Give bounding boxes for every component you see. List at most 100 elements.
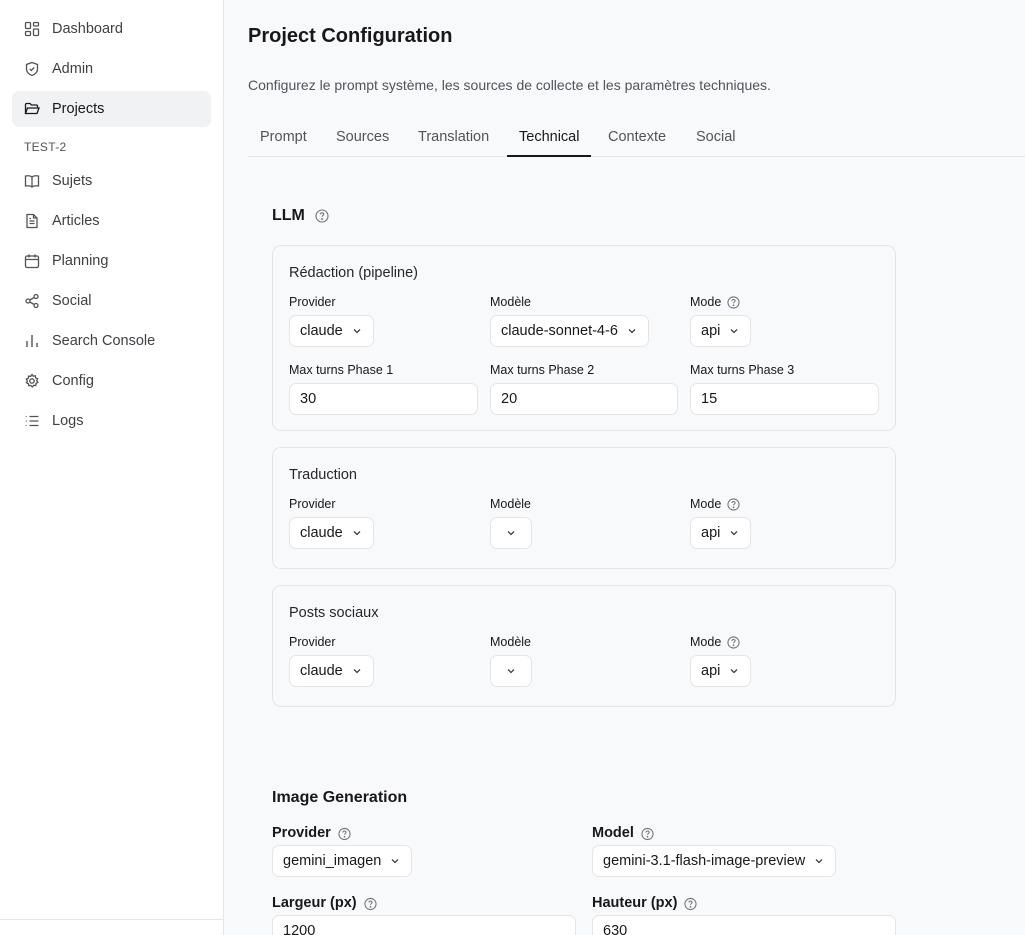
provider-value: claude xyxy=(300,525,343,541)
image-model-select[interactable]: gemini-3.1-flash-image-preview xyxy=(592,845,837,877)
page-subtitle: Configurez le prompt système, les source… xyxy=(248,77,771,93)
folder-open-icon xyxy=(24,101,40,117)
model-select[interactable] xyxy=(490,655,532,687)
sidebar-item-sujets[interactable]: Sujets xyxy=(12,163,211,199)
chevron-down-icon xyxy=(351,665,363,677)
calendar-icon xyxy=(24,253,40,269)
card-title: Posts sociaux xyxy=(289,605,379,621)
model-label: Modèle xyxy=(490,635,531,649)
help-icon[interactable] xyxy=(727,497,740,511)
sidebar-item-label: Admin xyxy=(52,61,94,77)
chevron-down-icon xyxy=(728,665,740,677)
sidebar-item-label: Projects xyxy=(52,101,105,117)
sidebar-item-label: Logs xyxy=(52,413,84,429)
tab-sources[interactable]: Sources xyxy=(324,118,401,157)
tab-translation[interactable]: Translation xyxy=(406,118,501,157)
mode-label: Mode xyxy=(690,497,740,511)
mode-label-text: Mode xyxy=(690,635,722,649)
sidebar-item-label: Dashboard xyxy=(52,21,123,37)
help-icon[interactable] xyxy=(684,897,697,910)
sidebar-item-label: Planning xyxy=(52,253,109,269)
chevron-down-icon xyxy=(626,325,638,337)
sidebar-item-config[interactable]: Config xyxy=(12,363,211,399)
chevron-down-icon xyxy=(728,325,740,337)
image-provider-select[interactable]: gemini_imagen xyxy=(272,845,413,877)
mode-label: Mode xyxy=(690,295,740,309)
image-provider-value: gemini_imagen xyxy=(283,853,382,869)
mode-select[interactable]: api xyxy=(690,315,752,347)
height-input[interactable] xyxy=(592,915,896,935)
phase1-input[interactable] xyxy=(289,383,478,415)
provider-select[interactable]: claude xyxy=(289,517,374,549)
width-label: Largeur (px) xyxy=(272,895,377,911)
provider-label: Provider xyxy=(289,635,336,649)
sidebar-item-dashboard[interactable]: Dashboard xyxy=(12,11,211,47)
help-icon[interactable] xyxy=(727,295,740,309)
phase2-input[interactable] xyxy=(490,383,678,415)
posts-sociaux-card: Posts sociaux Provider claude Modèle Mod… xyxy=(272,585,896,707)
mode-value: api xyxy=(701,323,721,339)
phase3-label: Max turns Phase 3 xyxy=(690,363,795,377)
chevron-down-icon xyxy=(351,527,363,539)
chevron-down-icon xyxy=(505,527,517,539)
help-icon[interactable] xyxy=(364,897,377,910)
height-label: Hauteur (px) xyxy=(592,895,697,911)
model-value: claude-sonnet-4-6 xyxy=(501,323,618,339)
sidebar-item-planning[interactable]: Planning xyxy=(12,243,211,279)
image-model-value: gemini-3.1-flash-image-preview xyxy=(603,853,806,869)
sidebar-item-search-console[interactable]: Search Console xyxy=(12,323,211,359)
mode-label-text: Mode xyxy=(690,295,722,309)
tab-technical[interactable]: Technical xyxy=(507,118,592,157)
provider-label: Provider xyxy=(289,497,336,511)
help-icon[interactable] xyxy=(315,209,329,223)
phase3-input[interactable] xyxy=(690,383,879,415)
image-provider-label: Provider xyxy=(272,825,351,841)
provider-value: claude xyxy=(300,663,343,679)
sidebar-item-articles[interactable]: Articles xyxy=(12,203,211,239)
redaction-card: Rédaction (pipeline) Provider claude Mod… xyxy=(272,245,896,431)
sidebar-item-label: Sujets xyxy=(52,173,93,189)
sidebar-item-label: Social xyxy=(52,293,92,309)
sidebar-item-social[interactable]: Social xyxy=(12,283,211,319)
model-select[interactable]: claude-sonnet-4-6 xyxy=(490,315,649,347)
provider-value: claude xyxy=(300,323,343,339)
sidebar: Dashboard Admin Projects TEST-2 Sujets A… xyxy=(0,0,224,935)
mode-label: Mode xyxy=(690,635,740,649)
model-label: Modèle xyxy=(490,497,531,511)
gear-icon xyxy=(24,373,40,389)
mode-select[interactable]: api xyxy=(690,517,752,549)
provider-select[interactable]: claude xyxy=(289,655,374,687)
dashboard-icon xyxy=(24,21,40,37)
sidebar-item-label: Config xyxy=(52,373,94,389)
help-icon[interactable] xyxy=(641,827,654,840)
image-model-label-text: Model xyxy=(592,825,634,841)
chevron-down-icon xyxy=(813,855,825,867)
chevron-down-icon xyxy=(505,665,517,677)
card-title: Traduction xyxy=(289,467,357,483)
sidebar-item-projects[interactable]: Projects xyxy=(12,91,211,127)
list-icon xyxy=(24,413,40,429)
width-input[interactable] xyxy=(272,915,576,935)
sidebar-divider xyxy=(0,919,224,920)
tab-contexte[interactable]: Contexte xyxy=(596,118,678,157)
tab-social[interactable]: Social xyxy=(684,118,748,157)
project-section-label: TEST-2 xyxy=(24,140,67,154)
sidebar-item-admin[interactable]: Admin xyxy=(12,51,211,87)
height-label-text: Hauteur (px) xyxy=(592,895,678,911)
card-title: Rédaction (pipeline) xyxy=(289,265,418,281)
llm-heading-text: LLM xyxy=(272,207,305,224)
help-icon[interactable] xyxy=(727,635,740,649)
model-select[interactable] xyxy=(490,517,532,549)
provider-label: Provider xyxy=(289,295,336,309)
share-icon xyxy=(24,293,40,309)
provider-select[interactable]: claude xyxy=(289,315,374,347)
shield-icon xyxy=(24,61,40,77)
sidebar-item-label: Articles xyxy=(52,213,100,229)
bar-chart-icon xyxy=(24,333,40,349)
image-provider-label-text: Provider xyxy=(272,825,331,841)
tab-prompt[interactable]: Prompt xyxy=(248,118,319,157)
mode-select[interactable]: api xyxy=(690,655,752,687)
help-icon[interactable] xyxy=(338,827,351,840)
image-generation-heading: Image Generation xyxy=(272,789,408,806)
sidebar-item-logs[interactable]: Logs xyxy=(12,403,211,439)
